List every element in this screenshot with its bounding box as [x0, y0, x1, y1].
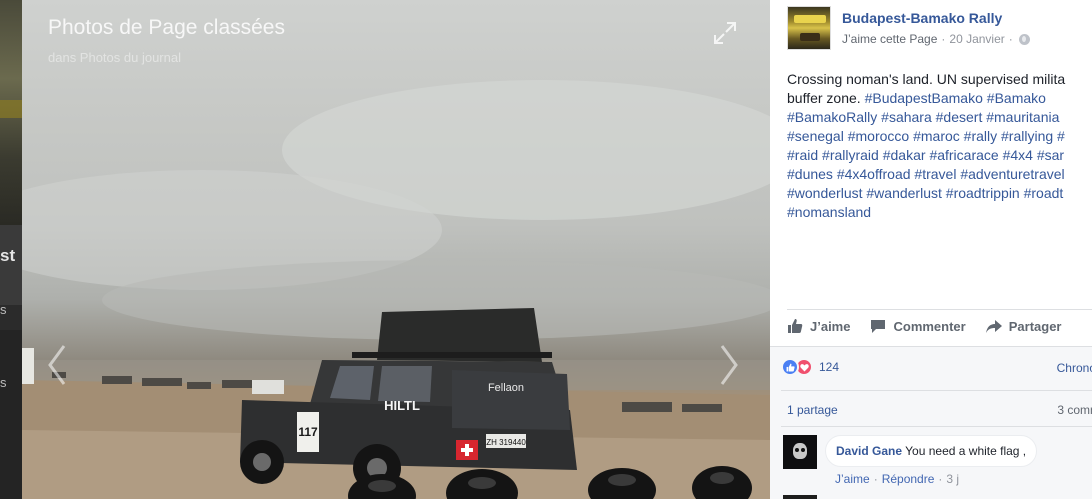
hashtag-link[interactable]: # [1057, 128, 1065, 144]
hashtag-link[interactable]: #BudapestBamako [865, 90, 983, 106]
feedback-section: 124 Chrono 1 partage 3 comm David Gane Y… [770, 346, 1092, 499]
post-date[interactable]: 20 Janvier [949, 32, 1004, 46]
hashtag-link[interactable]: #rallyraid [822, 147, 879, 163]
hashtag-link[interactable]: #Bamako [987, 90, 1046, 106]
hashtag-link[interactable]: #mauritania [986, 109, 1059, 125]
comment-button-label: Commenter [893, 318, 966, 334]
meta-separator: · [1008, 32, 1013, 46]
like-page-link[interactable]: J’aime cette Page [842, 32, 937, 46]
reactions-summary[interactable]: 124 [781, 358, 839, 376]
post-text-line: #senegal #morocco #maroc #rally #rallyin… [787, 127, 1092, 146]
like-button-label: J’aime [810, 318, 851, 334]
comment-text: You need a white flag , [905, 444, 1027, 458]
hashtag-link[interactable]: #dakar [883, 147, 926, 163]
background-card-lower [0, 330, 22, 499]
divider [787, 309, 1092, 310]
post-text-segment: buffer zone. [787, 90, 865, 106]
background-text-fragment: s [0, 302, 7, 317]
hashtag-link[interactable]: #morocco [848, 128, 909, 144]
viewer-album-title: Photos de Page classées [48, 16, 285, 39]
post-text-line: #nomansland [787, 203, 1092, 222]
chevron-left-icon[interactable] [42, 340, 72, 390]
hashtag-link[interactable]: #4x4offroad [837, 166, 911, 182]
skull-avatar-graphic [793, 443, 807, 459]
next-commenter-avatar[interactable] [783, 495, 817, 499]
car-license-plate: ZH 319440 [486, 438, 526, 447]
divider [781, 390, 1092, 391]
meta-separator: · [938, 472, 943, 486]
page-name-link[interactable]: Budapest-Bamako Rally [842, 10, 1002, 26]
reactions-count: 124 [819, 360, 840, 374]
logo-banner [794, 15, 826, 23]
page-avatar[interactable] [787, 6, 831, 50]
meta-separator: · [873, 472, 878, 486]
background-title-fragment: st [0, 246, 16, 265]
logo-car [800, 33, 820, 41]
hashtag-link[interactable]: #senegal [787, 128, 844, 144]
comment-reply-link[interactable]: Répondre [882, 472, 935, 486]
car-sticker-text: HILTL [384, 398, 420, 413]
hashtag-link[interactable]: #raid [787, 147, 818, 163]
share-button-label: Partager [1008, 318, 1062, 334]
post-text-line: #wonderlust #wanderlust #roadtrippin #ro… [787, 184, 1092, 203]
comment-time[interactable]: 3 j [946, 472, 959, 486]
rally-car-desert-photo: 117 HILTL Fellaon ZH 319440 [22, 80, 770, 499]
hashtag-link[interactable]: #4x4 [1003, 147, 1033, 163]
thumbs-up-icon [788, 319, 803, 333]
hashtag-link[interactable]: #rallying [1001, 128, 1053, 144]
post-text-segment: Crossing noman's land. UN supervised mil… [787, 71, 1066, 87]
post-text-line: #BamakoRally #sahara #desert #mauritania [787, 108, 1092, 127]
photo-theater: st s s 117 HILTL Fellaon ZH 319440 Photo… [0, 0, 1092, 499]
comment-button[interactable]: Commenter [870, 318, 966, 334]
hashtag-link[interactable]: #wanderlust [866, 185, 942, 201]
chevron-right-icon[interactable] [714, 340, 744, 390]
shares-count[interactable]: 1 partage [787, 403, 838, 417]
comment-bubble: David Gane You need a white flag , [825, 435, 1038, 467]
hashtag-link[interactable]: #dunes [787, 166, 833, 182]
hashtag-link[interactable]: #africarace [929, 147, 998, 163]
post-text-line: Crossing noman's land. UN supervised mil… [787, 70, 1092, 89]
comment-icon [871, 320, 886, 333]
hashtag-link[interactable]: #maroc [913, 128, 960, 144]
like-button[interactable]: J’aime [787, 318, 850, 334]
hashtag-link[interactable]: #desert [936, 109, 983, 125]
post-meta: J’aime cette Page · 20 Janvier · [842, 32, 1030, 46]
comment-author[interactable]: David Gane [836, 444, 902, 458]
share-button[interactable]: Partager [985, 318, 1062, 334]
globe-icon[interactable] [1018, 33, 1030, 45]
hashtag-link[interactable]: #travel [914, 166, 956, 182]
hashtag-link[interactable]: #adventuretravel [960, 166, 1064, 182]
post-side-panel: Budapest-Bamako Rally J’aime cette Page … [770, 0, 1092, 499]
dimmed-page-background: st s s [0, 0, 22, 499]
hashtag-link[interactable]: #roadtrippin [946, 185, 1020, 201]
background-cover-image [0, 0, 22, 225]
hashtag-link[interactable]: #roadt [1024, 185, 1064, 201]
comments-count[interactable]: 3 comm [1057, 403, 1092, 417]
car-sponsor-text: Fellaon [488, 382, 524, 394]
post-message: Crossing noman's land. UN supervised mil… [787, 70, 1092, 222]
car-number-sticker: 117 [298, 425, 318, 439]
commenter-avatar[interactable] [783, 435, 817, 469]
post-actions: J’aime Commenter Partager [787, 318, 1081, 334]
post-text-line: buffer zone. #BudapestBamako #Bamako [787, 89, 1092, 108]
hashtag-link[interactable]: #sahara [881, 109, 932, 125]
hashtag-link[interactable]: #sar [1037, 147, 1064, 163]
share-arrow-icon [985, 320, 1002, 333]
background-text-fragment: s [0, 375, 7, 390]
post-text-line: #raid #rallyraid #dakar #africarace #4x4… [787, 146, 1092, 165]
divider [781, 426, 1092, 427]
expand-icon[interactable] [712, 20, 738, 46]
viewer-album-subtitle[interactable]: dans Photos du journal [48, 50, 181, 65]
hashtag-link[interactable]: #rally [964, 128, 997, 144]
post-text-line: #dunes #4x4offroad #travel #adventuretra… [787, 165, 1092, 184]
hashtag-link[interactable]: #BamakoRally [787, 109, 877, 125]
comment-like-link[interactable]: J’aime [835, 472, 870, 486]
photo-viewer[interactable]: 117 HILTL Fellaon ZH 319440 Photos de Pa… [22, 0, 770, 499]
hashtag-link[interactable]: #wonderlust [787, 185, 863, 201]
comment-meta: J’aime · Répondre · 3 j [835, 472, 959, 486]
hashtag-link[interactable]: #nomansland [787, 204, 871, 220]
meta-separator: · [941, 32, 946, 46]
like-reaction-icon [781, 358, 799, 376]
comment-sort-dropdown[interactable]: Chrono [1057, 361, 1092, 375]
